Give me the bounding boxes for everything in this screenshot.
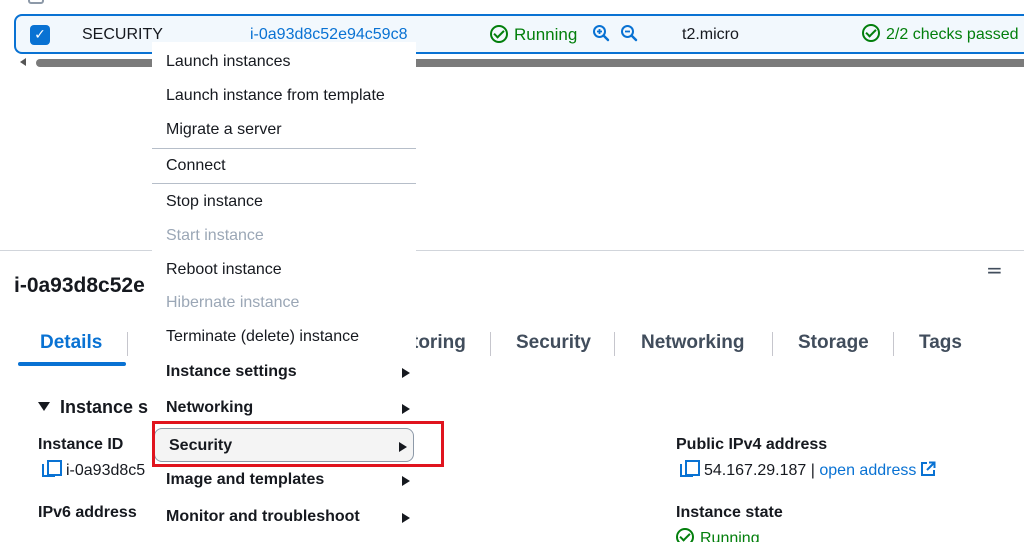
menu-item-hibernate-instance: Hibernate instance	[166, 294, 300, 311]
zoom-out-icon[interactable]	[620, 24, 638, 42]
menu-item-migrate-server[interactable]: Migrate a server	[152, 113, 416, 147]
menu-item-start-instance: Start instance	[166, 227, 264, 244]
public-ipv4-label: Public IPv4 address	[676, 436, 828, 453]
previous-row-checkbox	[28, 0, 44, 4]
check-circle-icon	[862, 24, 880, 42]
tab-separator	[127, 332, 128, 356]
external-link-icon[interactable]	[920, 461, 936, 477]
section-title: Instance s	[60, 397, 149, 417]
instance-id-value: i-0a93d8c5	[42, 460, 145, 480]
check-circle-icon	[676, 528, 694, 542]
menu-item-image-and-templates[interactable]: Image and templates	[152, 463, 416, 497]
instance-state-value: Running	[676, 528, 760, 542]
tab-monitoring[interactable]: toring	[412, 332, 466, 354]
menu-item-label: Instance settings	[166, 363, 297, 380]
menu-item-instance-settings[interactable]: Instance settings	[152, 355, 416, 389]
ipv6-address-label: IPv6 address	[38, 504, 137, 521]
public-ipv4-text: 54.167.29.187	[704, 462, 807, 479]
highlight-annotation-box	[152, 421, 444, 467]
tab-separator	[614, 332, 615, 356]
menu-item-connect[interactable]: Connect	[152, 149, 416, 183]
panel-title: i-0a93d8c52e	[14, 274, 145, 297]
tab-details[interactable]: Details	[40, 332, 102, 354]
tab-separator	[893, 332, 894, 356]
ipv4-separator: |	[806, 462, 820, 479]
caret-right-icon	[402, 476, 410, 486]
tab-networking[interactable]: Networking	[641, 332, 744, 354]
menu-divider	[152, 183, 416, 184]
tab-separator	[772, 332, 773, 356]
instance-state: Running	[490, 24, 577, 46]
instance-actions-menu: Launch instances Launch instance from te…	[152, 42, 416, 542]
menu-item-stop-instance[interactable]: Stop instance	[152, 185, 416, 219]
active-tab-indicator	[18, 362, 126, 366]
scroll-left-arrow-icon[interactable]	[20, 58, 26, 66]
instance-state-value-text: Running	[700, 530, 760, 542]
tab-storage[interactable]: Storage	[798, 332, 869, 354]
check-circle-icon	[490, 25, 508, 43]
menu-item-label: Monitor and troubleshoot	[166, 508, 360, 525]
instance-state-text: Running	[514, 25, 578, 44]
status-checks[interactable]: 2/2 checks passed	[862, 24, 1019, 46]
menu-item-networking[interactable]: Networking	[152, 391, 416, 425]
menu-item-terminate-instance[interactable]: Terminate (delete) instance	[152, 320, 416, 354]
instance-name: SECURITY	[82, 26, 163, 43]
instance-type: t2.micro	[682, 26, 739, 43]
instance-state-label: Instance state	[676, 504, 783, 521]
row-checkbox-checked-icon[interactable]: ✓	[30, 25, 50, 45]
caret-right-icon	[402, 404, 410, 414]
menu-item-label: Networking	[166, 399, 254, 416]
status-checks-text: 2/2 checks passed	[886, 26, 1019, 43]
previous-row-fragment	[0, 0, 1024, 6]
menu-item-label: Image and templates	[166, 471, 325, 488]
menu-item-launch-instances[interactable]: Launch instances	[152, 45, 416, 79]
instance-id-label: Instance ID	[38, 436, 124, 453]
copy-icon[interactable]	[42, 460, 62, 478]
menu-item-launch-from-template[interactable]: Launch instance from template	[152, 79, 416, 113]
zoom-in-icon[interactable]	[592, 24, 610, 42]
tab-separator	[490, 332, 491, 356]
tab-tags[interactable]: Tags	[919, 332, 962, 354]
panel-resize-handle-icon[interactable]: =	[986, 258, 1003, 282]
open-address-link[interactable]: open address	[819, 462, 916, 479]
menu-item-reboot-instance[interactable]: Reboot instance	[152, 253, 416, 287]
caret-right-icon	[402, 368, 410, 378]
tab-security[interactable]: Security	[516, 332, 591, 354]
instance-summary-toggle[interactable]: Instance s	[38, 397, 148, 418]
caret-down-icon	[38, 402, 50, 411]
copy-icon[interactable]	[680, 460, 700, 478]
caret-right-icon	[402, 513, 410, 523]
instance-id-text: i-0a93d8c5	[66, 462, 146, 479]
menu-item-monitor-and-troubleshoot[interactable]: Monitor and troubleshoot	[152, 500, 416, 534]
public-ipv4-value: 54.167.29.187 | open address	[680, 460, 936, 480]
